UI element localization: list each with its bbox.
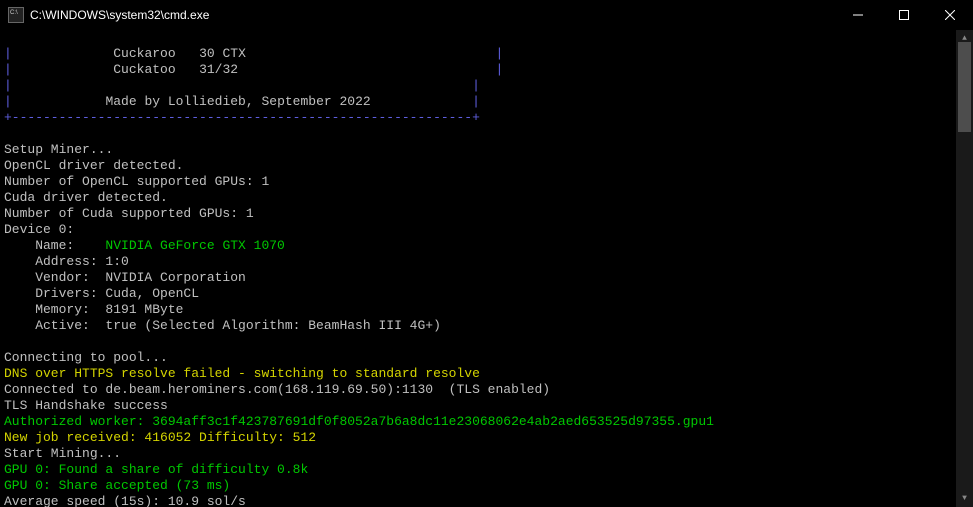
- scrollbar[interactable]: ▲ ▼: [956, 30, 973, 507]
- banner-border: |: [472, 78, 480, 93]
- banner-border: |: [472, 94, 480, 109]
- minimize-icon: [853, 10, 863, 20]
- pool-tls: TLS Handshake success: [4, 398, 168, 413]
- scroll-down-button[interactable]: ▼: [956, 490, 973, 507]
- setup-line: OpenCL driver detected.: [4, 158, 183, 173]
- banner-dashline: +---------------------------------------…: [4, 110, 480, 125]
- close-icon: [945, 10, 955, 20]
- device-vendor: Vendor: NVIDIA Corporation: [4, 270, 246, 285]
- setup-line: Cuda driver detected.: [4, 190, 168, 205]
- pool-start: Start Mining...: [4, 446, 121, 461]
- setup-line: Number of OpenCL supported GPUs: 1: [4, 174, 269, 189]
- setup-line: Setup Miner...: [4, 142, 113, 157]
- minimize-button[interactable]: [835, 0, 881, 30]
- pool-connected: Connected to de.beam.herominers.com(168.…: [4, 382, 550, 397]
- share-found: GPU 0: Found a share of difficulty 0.8k: [4, 462, 308, 477]
- maximize-button[interactable]: [881, 0, 927, 30]
- share-accepted: GPU 0: Share accepted (73 ms): [4, 478, 230, 493]
- cmd-icon: [8, 7, 24, 23]
- window-controls: [835, 0, 973, 30]
- banner-border: |: [496, 46, 504, 61]
- pool-dns-fail: DNS over HTTPS resolve failed - switchin…: [4, 366, 480, 381]
- device-name-label: Name:: [4, 238, 105, 253]
- device-name-value: NVIDIA GeForce GTX 1070: [105, 238, 284, 253]
- maximize-icon: [899, 10, 909, 20]
- scroll-thumb[interactable]: [958, 42, 971, 132]
- banner-border: |: [4, 46, 12, 61]
- banner-border: |: [4, 62, 12, 77]
- pool-authorized: Authorized worker: 3694aff3c1f423787691d…: [4, 414, 714, 429]
- banner-credits: Made by Lolliedieb, September 2022: [12, 94, 472, 109]
- banner-border: |: [4, 78, 12, 93]
- pool-connecting: Connecting to pool...: [4, 350, 168, 365]
- banner-border: |: [4, 94, 12, 109]
- device-address: Address: 1:0: [4, 254, 129, 269]
- banner-text: [12, 78, 472, 93]
- window-title: C:\WINDOWS\system32\cmd.exe: [30, 8, 835, 22]
- banner-text: Cuckaroo 30 CTX: [12, 46, 496, 61]
- device-drivers: Drivers: Cuda, OpenCL: [4, 286, 199, 301]
- setup-line: Number of Cuda supported GPUs: 1: [4, 206, 254, 221]
- device-active: Active: true (Selected Algorithm: BeamHa…: [4, 318, 441, 333]
- setup-line: Device 0:: [4, 222, 74, 237]
- device-memory: Memory: 8191 MByte: [4, 302, 183, 317]
- pool-newjob: New job received: 416052 Difficulty: 512: [4, 430, 316, 445]
- terminal-output: | Cuckaroo 30 CTX | | Cuckatoo 31/32 | |…: [0, 30, 973, 507]
- avg-speed: Average speed (15s): 10.9 sol/s: [4, 494, 246, 507]
- titlebar: C:\WINDOWS\system32\cmd.exe: [0, 0, 973, 30]
- banner-text: Cuckatoo 31/32: [12, 62, 496, 77]
- banner-border: |: [496, 62, 504, 77]
- close-button[interactable]: [927, 0, 973, 30]
